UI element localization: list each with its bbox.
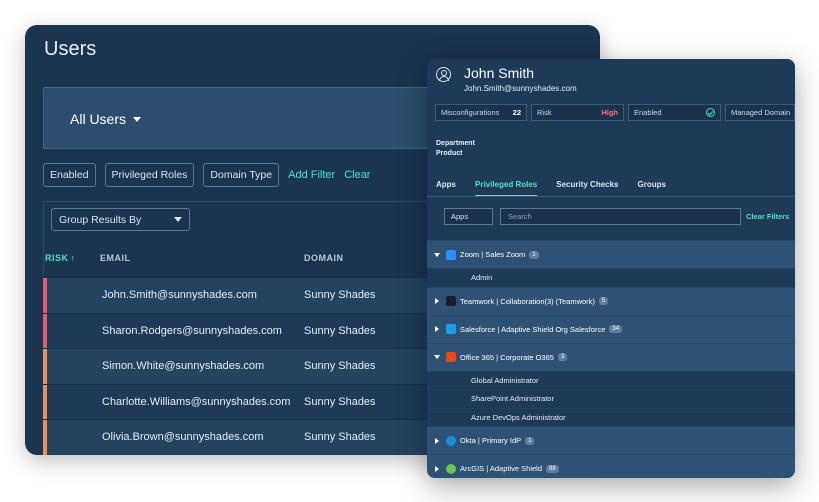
okta-logo-icon xyxy=(446,435,456,446)
count-badge: 5 xyxy=(598,297,609,305)
sort-arrow-up-icon: ↑ xyxy=(70,253,76,263)
apps-filter-select[interactable]: Apps xyxy=(444,208,493,225)
user-icon xyxy=(436,67,451,82)
role-item: Azure DevOps Administrator xyxy=(427,407,795,426)
department-info: Department Product xyxy=(436,139,475,159)
domain-cell: Sunny Shades xyxy=(304,289,376,302)
teamwork-logo-icon xyxy=(446,296,456,306)
clear-link[interactable]: Clear xyxy=(344,169,370,181)
app-name: Okta | Primary IdP xyxy=(460,436,522,445)
domain-cell: Sunny Shades xyxy=(304,395,376,408)
app-row-teamwork[interactable]: Teamwork | Collaboration(3) (Teamwork) 5 xyxy=(427,286,795,315)
misconfigurations-value: 22 xyxy=(512,108,521,117)
expand-right-icon[interactable] xyxy=(435,437,439,444)
product-label: Product xyxy=(436,150,463,157)
misconfigurations-label: Misconfigurations xyxy=(441,108,500,117)
app-row-zoom[interactable]: Zoom | Sales Zoom 1 xyxy=(427,240,795,268)
all-users-label: All Users xyxy=(70,111,127,127)
role-item: SharePoint Administrator xyxy=(427,389,795,408)
group-results-by-select[interactable]: Group Results By xyxy=(51,208,190,231)
salesforce-logo-icon xyxy=(446,324,456,334)
app-row-office365[interactable]: Office 365 | Corporate O365 3 xyxy=(427,342,795,371)
privileged-roles-tree: Zoom | Sales Zoom 1 Admin Teamwork | Col… xyxy=(427,240,795,478)
search-input[interactable]: Search xyxy=(500,208,741,225)
user-name: John Smith xyxy=(464,65,535,81)
arcgis-logo-icon xyxy=(446,463,456,474)
app-name: Salesforce | Adaptive Shield Org Salesfo… xyxy=(460,324,606,334)
app-row-salesforce[interactable]: Salesforce | Adaptive Shield Org Salesfo… xyxy=(427,314,795,343)
group-results-by-label: Group Results By xyxy=(59,213,142,226)
filter-chip-privileged-roles[interactable]: Privileged Roles xyxy=(104,163,195,187)
risk-indicator xyxy=(43,420,47,455)
user-detail-header: John Smith John.Smith@sunnyshades.com Mi… xyxy=(427,59,795,255)
chevron-down-icon xyxy=(174,217,182,222)
column-header-risk-label: RISK xyxy=(45,253,69,263)
app-row-okta[interactable]: Okta | Primary IdP 1 xyxy=(427,426,795,454)
filter-chip-enabled[interactable]: Enabled xyxy=(43,163,96,187)
email-cell: Sharon.Rodgers@sunnyshades.com xyxy=(102,324,282,337)
risk-indicator xyxy=(43,313,47,348)
column-header-email[interactable]: EMAIL xyxy=(100,253,131,263)
email-cell: Simon.White@sunnyshades.com xyxy=(102,360,265,373)
filter-chip-domain-type[interactable]: Domain Type xyxy=(203,163,280,187)
email-cell: John.Smith@sunnyshades.com xyxy=(102,289,257,302)
expand-down-icon[interactable] xyxy=(434,355,440,359)
tab-security-checks[interactable]: Security Checks xyxy=(556,180,618,197)
zoom-logo-icon xyxy=(446,249,456,260)
tab-groups[interactable]: Groups xyxy=(638,180,666,197)
detail-tabs: Apps Privileged Roles Security Checks Gr… xyxy=(436,180,666,197)
count-badge: 3 xyxy=(557,353,568,361)
app-row-arcgis[interactable]: ArcGIS | Adaptive Shield 88 xyxy=(427,454,795,478)
department-label: Department xyxy=(436,140,475,147)
risk-value: High xyxy=(601,108,618,117)
app-name: Office 365 | Corporate O365 xyxy=(460,352,554,362)
check-circle-icon xyxy=(706,108,715,117)
role-item: Global Administrator xyxy=(427,370,795,389)
tab-apps[interactable]: Apps xyxy=(436,180,456,197)
app-name: Teamwork | Collaboration(3) (Teamwork) xyxy=(460,296,595,306)
risk-indicator xyxy=(43,278,47,313)
domain-cell: Sunny Shades xyxy=(304,360,376,373)
email-cell: Charlotte.Williams@sunnyshades.com xyxy=(102,395,291,408)
app-name: Zoom | Sales Zoom xyxy=(460,250,526,259)
user-stats: Misconfigurations 22 Risk High Enabled M… xyxy=(435,104,795,121)
expand-right-icon[interactable] xyxy=(435,298,439,304)
office365-logo-icon xyxy=(446,352,456,362)
all-users-dropdown[interactable]: All Users xyxy=(70,111,142,127)
enabled-stat: Enabled xyxy=(628,104,721,121)
expand-right-icon[interactable] xyxy=(435,326,439,332)
tab-divider xyxy=(427,196,795,197)
misconfigurations-stat[interactable]: Misconfigurations 22 xyxy=(435,104,527,121)
app-name: ArcGIS | Adaptive Shield xyxy=(460,464,542,473)
count-badge: 88 xyxy=(546,464,559,473)
count-badge: 34 xyxy=(609,325,623,333)
count-badge: 1 xyxy=(525,436,535,445)
filter-bar: Enabled Privileged Roles Domain Type Add… xyxy=(43,163,370,187)
column-header-risk[interactable]: RISK ↑ xyxy=(45,253,76,263)
expand-down-icon[interactable] xyxy=(434,252,440,257)
risk-indicator xyxy=(43,384,47,419)
count-badge: 1 xyxy=(529,250,539,259)
managed-domain-label: Managed Domain xyxy=(731,108,791,117)
tab-privileged-roles[interactable]: Privileged Roles xyxy=(475,180,538,197)
risk-stat: Risk High xyxy=(531,104,624,121)
role-item: Admin xyxy=(427,268,795,287)
add-filter-link[interactable]: Add Filter xyxy=(288,169,335,181)
domain-cell: Sunny Shades xyxy=(304,324,376,337)
email-cell: Olivia.Brown@sunnyshades.com xyxy=(102,431,264,444)
user-email: John.Smith@sunnyshades.com xyxy=(464,84,577,93)
clear-filters-link[interactable]: Clear Filters xyxy=(746,212,789,221)
risk-indicator xyxy=(43,349,47,384)
risk-label: Risk xyxy=(537,108,552,117)
domain-cell: Sunny Shades xyxy=(304,431,376,444)
expand-right-icon[interactable] xyxy=(435,465,439,472)
enabled-label: Enabled xyxy=(634,108,662,117)
page-title: Users xyxy=(44,38,97,60)
column-header-domain[interactable]: DOMAIN xyxy=(304,253,344,263)
user-detail-panel: John Smith John.Smith@sunnyshades.com Mi… xyxy=(427,59,795,478)
caret-down-icon xyxy=(133,116,142,122)
managed-domain-stat: Managed Domain xyxy=(725,104,795,121)
